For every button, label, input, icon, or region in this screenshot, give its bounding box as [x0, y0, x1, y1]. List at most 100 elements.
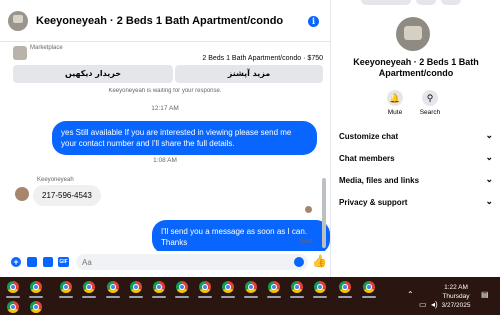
more-options-button[interactable]: مزید آپشنز	[175, 65, 323, 83]
active-indicator	[313, 296, 327, 298]
chrome-icon[interactable]	[5, 281, 23, 298]
chrome-icon[interactable]	[220, 281, 238, 298]
chevron-down-icon: ⌄	[485, 152, 493, 162]
chrome-logo	[245, 281, 257, 293]
chrome-icon[interactable]	[151, 281, 169, 298]
notification-icon[interactable]: ▤	[481, 290, 489, 299]
image-icon[interactable]	[27, 257, 37, 267]
active-indicator	[290, 296, 304, 298]
timestamp: 1:08 AM	[153, 157, 177, 164]
chrome-logo	[153, 281, 165, 293]
top-button[interactable]	[441, 0, 461, 5]
section-privacy-support[interactable]: Privacy & support ⌄	[339, 195, 495, 211]
sender-name: Keeyoneyeah	[37, 177, 74, 183]
chat-panel: Keeyoneyeah · 2 Beds 1 Bath Apartment/co…	[0, 0, 330, 277]
marketplace-label: Marketplace	[30, 45, 63, 51]
profile-name: Keeyoneyeah · 2 Beds 1 Bath Apartment/co…	[353, 57, 479, 78]
active-indicator	[221, 296, 235, 298]
chrome-logo	[7, 281, 19, 293]
chevron-up-icon[interactable]: ⌃	[407, 290, 414, 299]
chrome-logo	[83, 281, 95, 293]
chrome-icon[interactable]	[266, 281, 284, 298]
active-indicator	[362, 296, 376, 298]
sticker-icon[interactable]	[43, 257, 53, 267]
avatar[interactable]	[8, 11, 28, 31]
search-icon: ⚲	[422, 90, 438, 106]
search-label: Search	[419, 109, 441, 116]
chevron-down-icon: ⌄	[485, 130, 493, 140]
chrome-icon[interactable]	[28, 301, 46, 315]
seen-avatar	[305, 206, 312, 213]
chat-title[interactable]: Keeyoneyeah · 2 Beds 1 Bath Apartment/co…	[36, 15, 283, 27]
clock-date[interactable]: 3/27/2025	[434, 302, 478, 309]
chevron-down-icon: ⌄	[485, 196, 493, 206]
mute-button[interactable]: 🔔 Mute	[380, 90, 410, 116]
chrome-logo	[60, 281, 72, 293]
network-icon[interactable]: ▭	[419, 300, 427, 309]
chat-info-panel: Keeyoneyeah · 2 Beds 1 Bath Apartment/co…	[330, 0, 500, 277]
chrome-icon[interactable]	[289, 281, 307, 298]
chrome-icon[interactable]	[128, 281, 146, 298]
profile-avatar[interactable]	[396, 17, 430, 51]
sent-status: Sent	[300, 239, 313, 245]
active-indicator	[198, 296, 212, 298]
clock-day[interactable]: Thursday	[438, 293, 474, 300]
chrome-icon[interactable]	[337, 281, 355, 298]
chrome-logo	[199, 281, 211, 293]
chrome-icon[interactable]	[58, 281, 76, 298]
thumbs-up-icon[interactable]: 👍	[312, 255, 327, 267]
chat-scrollbar[interactable]	[322, 88, 326, 251]
active-indicator	[338, 296, 352, 298]
view-buyer-button[interactable]: خریدار دیکهیں	[13, 65, 173, 83]
sender-avatar[interactable]	[15, 187, 29, 201]
chat-header: Keeyoneyeah · 2 Beds 1 Bath Apartment/co…	[0, 0, 330, 42]
chrome-icon[interactable]	[197, 281, 215, 298]
chrome-icon[interactable]	[105, 281, 123, 298]
section-media-files[interactable]: Media, files and links ⌄	[339, 173, 495, 189]
chrome-logo	[291, 281, 303, 293]
chrome-icon[interactable]	[174, 281, 192, 298]
info-icon[interactable]: i	[308, 16, 319, 27]
listing-title[interactable]: 2 Beds 1 Bath Apartment/condo · $750	[202, 55, 323, 62]
chrome-logo	[107, 281, 119, 293]
waiting-notice: Keeyoneyeah is waiting for your response…	[108, 88, 222, 94]
plus-icon[interactable]: +	[11, 257, 21, 267]
gif-icon[interactable]: GIF	[58, 257, 69, 267]
chrome-logo	[30, 281, 42, 293]
clock-time[interactable]: 1:22 AM	[438, 284, 474, 291]
chrome-icon[interactable]	[361, 281, 379, 298]
active-indicator	[29, 296, 43, 298]
chrome-logo	[268, 281, 280, 293]
chrome-icon[interactable]	[312, 281, 330, 298]
emoji-icon[interactable]	[294, 257, 304, 267]
chrome-logo	[130, 281, 142, 293]
active-indicator	[82, 296, 96, 298]
section-customize-chat[interactable]: Customize chat ⌄	[339, 129, 495, 145]
active-indicator	[175, 296, 189, 298]
chrome-logo	[222, 281, 234, 293]
active-indicator	[244, 296, 258, 298]
message-list: Keeyoneyeah is waiting for your response…	[0, 88, 330, 251]
scroll-thumb[interactable]	[322, 178, 326, 248]
chrome-logo	[30, 301, 42, 313]
incoming-message[interactable]: 217-596-4543	[33, 185, 101, 206]
active-indicator	[59, 296, 73, 298]
marketplace-banner: Marketplace 2 Beds 1 Bath Apartment/cond…	[8, 43, 328, 88]
chrome-icon[interactable]	[81, 281, 99, 298]
mute-label: Mute	[387, 109, 403, 116]
chrome-logo	[314, 281, 326, 293]
active-indicator	[6, 296, 20, 298]
composer: + GIF 👍	[0, 251, 330, 273]
message-input[interactable]	[76, 254, 308, 270]
section-chat-members[interactable]: Chat members ⌄	[339, 151, 495, 167]
top-button[interactable]	[361, 0, 411, 5]
chrome-icon[interactable]	[28, 281, 46, 298]
chrome-logo	[7, 301, 19, 313]
outgoing-message[interactable]: I'll send you a message as soon as I can…	[152, 220, 330, 251]
chrome-icon[interactable]	[243, 281, 261, 298]
search-button[interactable]: ⚲ Search	[415, 90, 445, 116]
timestamp: 12:17 AM	[151, 105, 179, 112]
chrome-icon[interactable]	[5, 301, 23, 315]
outgoing-message[interactable]: yes Still available If you are intereste…	[52, 121, 317, 155]
top-button[interactable]	[416, 0, 436, 5]
